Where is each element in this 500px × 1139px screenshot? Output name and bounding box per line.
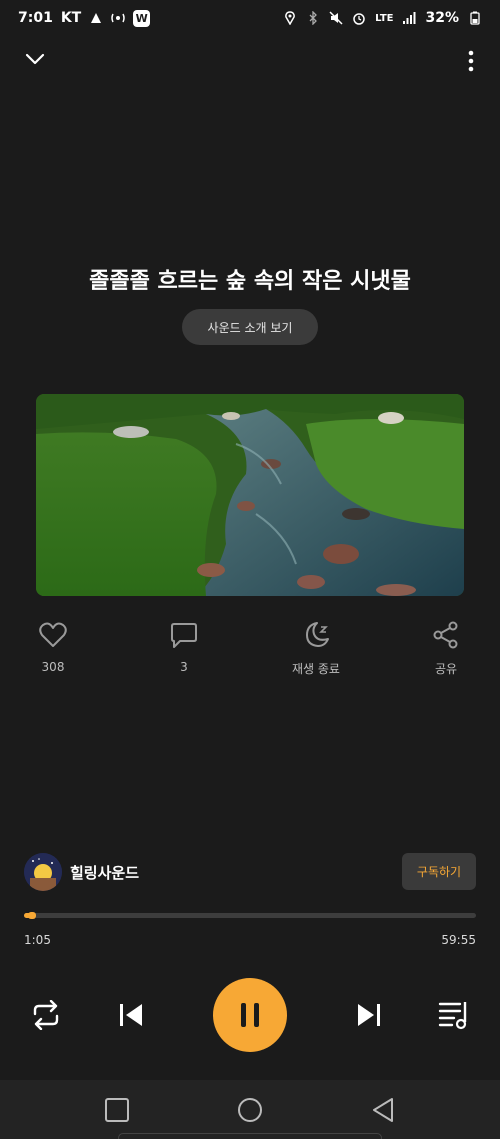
battery-percent: 32%: [425, 10, 459, 26]
status-bar: 7:01 KT W LTE 32%: [0, 0, 500, 36]
alarm-icon: [353, 13, 365, 25]
sleep-timer-label: 재생 종료: [292, 662, 340, 676]
like-action[interactable]: 308: [13, 620, 93, 674]
channel-row: 힐링사운드 구독하기: [24, 853, 476, 891]
total-duration: 59:55: [441, 933, 476, 947]
comment-action[interactable]: 3: [144, 620, 224, 674]
like-count: 308: [41, 660, 65, 674]
bluetooth-icon: [309, 11, 318, 25]
channel-avatar[interactable]: [24, 853, 62, 891]
playback-progress-bar[interactable]: [24, 912, 476, 919]
pause-icon: [241, 1003, 259, 1027]
channel-name[interactable]: 힐링사운드: [70, 862, 139, 883]
track-title: 졸졸졸 흐르는 숲 속의 작은 시냇물: [89, 269, 411, 294]
location-icon: [285, 11, 295, 25]
comment-count: 3: [180, 660, 188, 674]
previous-track-icon[interactable]: [118, 1002, 144, 1028]
album-art: [36, 394, 464, 596]
repeat-icon[interactable]: [30, 1000, 62, 1030]
collapse-chevron-icon[interactable]: [24, 48, 46, 70]
playlist-icon[interactable]: [438, 1000, 470, 1030]
mute-icon: [329, 11, 343, 25]
comment-icon[interactable]: [169, 620, 199, 650]
sleep-timer-action[interactable]: 재생 종료: [276, 620, 356, 677]
sound-intro-button[interactable]: 사운드 소개 보기: [182, 309, 318, 345]
share-action[interactable]: 공유: [406, 620, 486, 677]
signal-icon: [403, 12, 416, 24]
app-badge-icon: W: [133, 9, 151, 27]
wifi-calling-icon: [111, 13, 125, 23]
pause-button[interactable]: [213, 978, 287, 1052]
playback-controls: [0, 978, 500, 1052]
notification-icon: [91, 13, 102, 23]
share-icon[interactable]: [431, 620, 461, 650]
sleep-timer-icon[interactable]: [301, 620, 331, 650]
network-type: LTE: [375, 12, 394, 24]
player-top-bar: [0, 48, 500, 78]
system-navigation-bar: [0, 1080, 500, 1139]
gesture-handle: [118, 1133, 382, 1139]
status-time: 7:01: [18, 10, 53, 26]
track-actions: 308 3 재생 종료 공유: [0, 620, 500, 680]
battery-icon: [470, 11, 480, 25]
share-label: 공유: [434, 662, 458, 676]
home-icon[interactable]: [236, 1096, 264, 1124]
status-carrier: KT: [60, 10, 82, 26]
recent-apps-icon[interactable]: [104, 1097, 130, 1123]
subscribe-button[interactable]: 구독하기: [402, 853, 476, 890]
progress-knob[interactable]: [28, 912, 37, 919]
more-options-icon[interactable]: [466, 48, 476, 74]
heart-icon[interactable]: [38, 620, 68, 650]
back-icon[interactable]: [370, 1097, 396, 1123]
current-time: 1:05: [24, 933, 51, 947]
next-track-icon[interactable]: [356, 1002, 382, 1028]
